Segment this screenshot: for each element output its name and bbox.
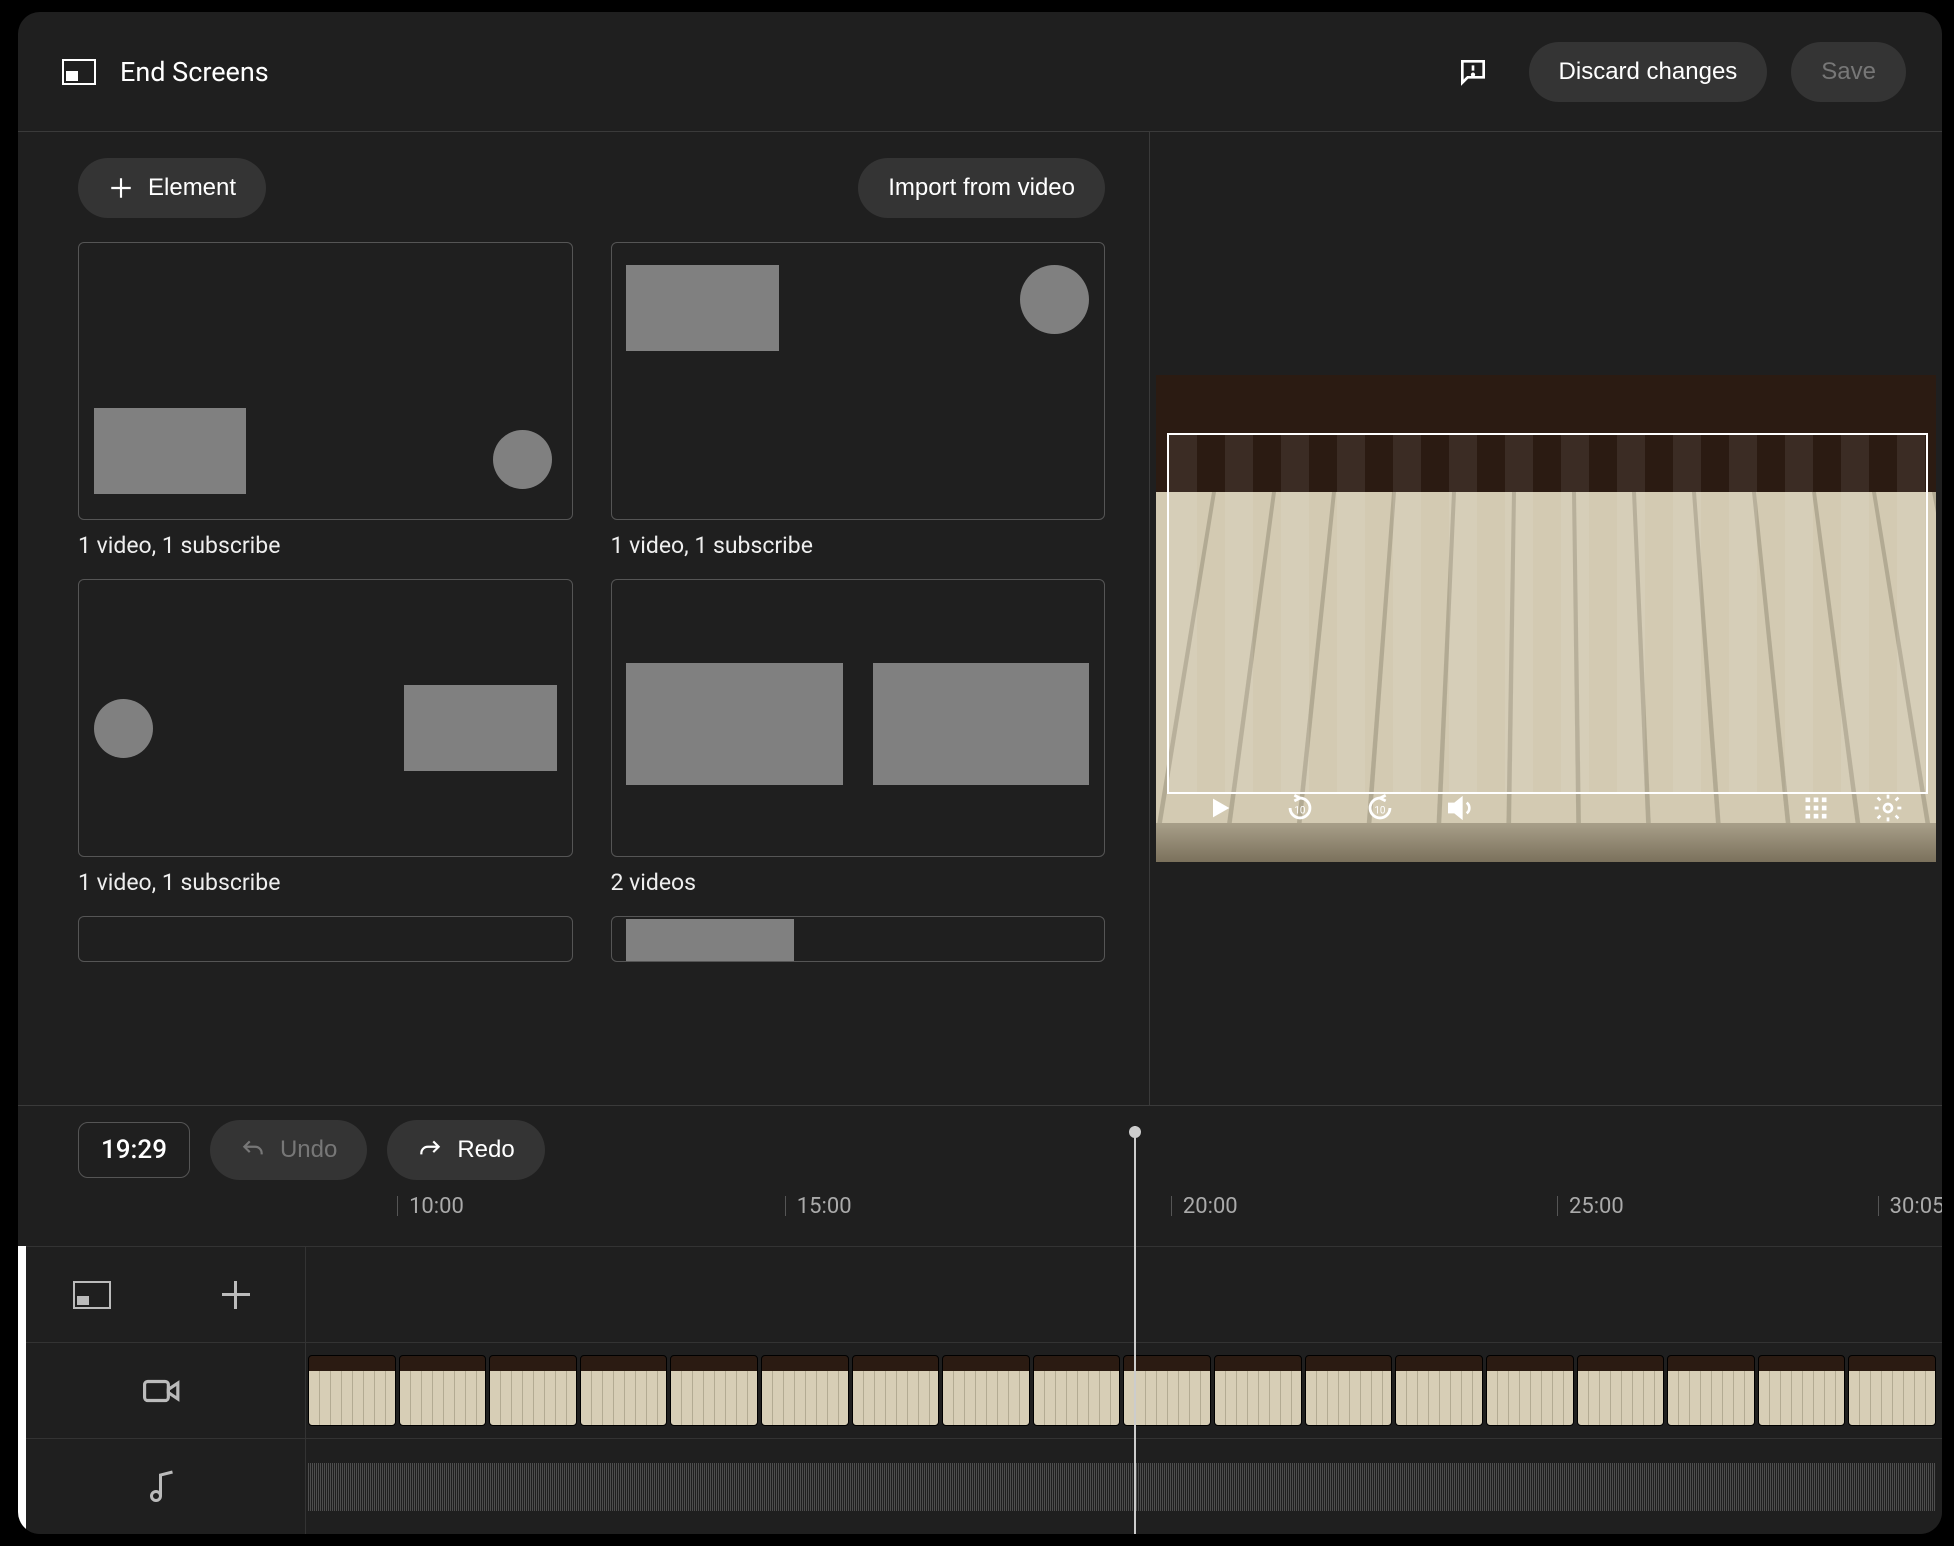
page-title: End Screens xyxy=(120,56,269,88)
music-note-icon xyxy=(147,1469,177,1505)
templates-toolbar: Element Import from video xyxy=(78,158,1105,218)
template-label: 1 video, 1 subscribe xyxy=(78,869,573,896)
playhead-handle[interactable] xyxy=(1129,1126,1141,1138)
video-track-head xyxy=(18,1343,306,1438)
video-controls-right xyxy=(1798,790,1906,826)
video-preview[interactable]: 10 10 xyxy=(1156,375,1936,863)
template-item: 1 video, 1 subscribe xyxy=(78,242,573,559)
import-from-video-button[interactable]: Import from video xyxy=(858,158,1105,218)
template-item xyxy=(611,916,1106,962)
plus-icon xyxy=(108,175,134,201)
volume-icon xyxy=(1444,792,1476,824)
end-screen-safe-zone xyxy=(1167,433,1928,794)
main-content: Element Import from video 1 video, 1 sub… xyxy=(18,132,1942,1105)
svg-text:10: 10 xyxy=(1374,806,1385,817)
feedback-icon xyxy=(1457,56,1489,88)
timecode[interactable]: 19:29 xyxy=(78,1122,190,1178)
grid-button[interactable] xyxy=(1798,790,1834,826)
audio-track xyxy=(18,1438,1942,1534)
video-track-icon xyxy=(143,1376,181,1406)
feedback-button[interactable] xyxy=(1451,50,1495,94)
end-screen-track-head xyxy=(18,1247,306,1342)
playhead-line[interactable] xyxy=(1134,1126,1136,1534)
gear-icon xyxy=(1872,792,1904,824)
rewind-10-icon: 10 xyxy=(1283,791,1317,825)
timeline-tracks xyxy=(18,1246,1942,1534)
templates-grid: 1 video, 1 subscribe 1 video, 1 subscrib… xyxy=(78,242,1105,1105)
video-thumbnails xyxy=(308,1355,1936,1426)
end-screens-editor: End Screens Discard changes Save Element xyxy=(18,12,1942,1534)
grid-icon xyxy=(1802,794,1830,822)
template-item: 1 video, 1 subscribe xyxy=(78,579,573,896)
undo-icon xyxy=(240,1137,266,1163)
template-card[interactable] xyxy=(611,579,1106,857)
end-screen-track xyxy=(18,1246,1942,1342)
audio-track-body[interactable] xyxy=(306,1439,1942,1534)
template-card[interactable] xyxy=(611,916,1106,962)
template-label: 1 video, 1 subscribe xyxy=(78,532,573,559)
template-item: 1 video, 1 subscribe xyxy=(611,242,1106,559)
end-screen-track-icon[interactable] xyxy=(73,1281,111,1309)
undo-button: Undo xyxy=(210,1120,367,1180)
redo-icon xyxy=(417,1137,443,1163)
end-screen-icon xyxy=(62,59,96,85)
rewind-10-button[interactable]: 10 xyxy=(1282,790,1318,826)
video-track xyxy=(18,1342,1942,1438)
end-screen-track-body[interactable] xyxy=(306,1247,1942,1342)
video-controls-left: 10 10 xyxy=(1202,790,1478,826)
ruler-tick: 10:00 xyxy=(409,1194,464,1219)
svg-text:10: 10 xyxy=(1294,806,1305,817)
template-label: 2 videos xyxy=(611,869,1106,896)
ruler-tick: 20:00 xyxy=(1183,1194,1238,1219)
timeline-ruler[interactable]: 10:00 15:00 20:00 25:00 30:05 xyxy=(306,1186,1942,1246)
header: End Screens Discard changes Save xyxy=(18,12,1942,132)
discard-button[interactable]: Discard changes xyxy=(1529,42,1768,102)
template-label: 1 video, 1 subscribe xyxy=(611,532,1106,559)
ruler-tick: 25:00 xyxy=(1569,1194,1624,1219)
add-end-screen-element-button[interactable] xyxy=(222,1281,250,1309)
template-card[interactable] xyxy=(78,242,573,520)
timeline-toolbar: 19:29 Undo Redo xyxy=(18,1106,1942,1186)
audio-track-head xyxy=(18,1439,306,1534)
save-button: Save xyxy=(1791,42,1906,102)
redo-button[interactable]: Redo xyxy=(387,1120,544,1180)
add-element-button[interactable]: Element xyxy=(78,158,266,218)
template-item xyxy=(78,916,573,962)
play-icon xyxy=(1206,794,1234,822)
track-left-handle[interactable] xyxy=(18,1246,26,1534)
ruler-tick: 30:05 xyxy=(1890,1194,1942,1219)
timeline: 19:29 Undo Redo 10:00 15:00 20:00 25:00 … xyxy=(18,1105,1942,1534)
forward-10-button[interactable]: 10 xyxy=(1362,790,1398,826)
ruler-tick: 15:00 xyxy=(797,1194,852,1219)
template-item: 2 videos xyxy=(611,579,1106,896)
template-card[interactable] xyxy=(78,579,573,857)
video-track-body[interactable] xyxy=(306,1343,1942,1438)
preview-panel: 10 10 xyxy=(1150,132,1942,1105)
add-element-label: Element xyxy=(148,174,236,202)
settings-button[interactable] xyxy=(1870,790,1906,826)
templates-panel: Element Import from video 1 video, 1 sub… xyxy=(18,132,1150,1105)
play-button[interactable] xyxy=(1202,790,1238,826)
volume-button[interactable] xyxy=(1442,790,1478,826)
template-card[interactable] xyxy=(611,242,1106,520)
template-card[interactable] xyxy=(78,916,573,962)
forward-10-icon: 10 xyxy=(1363,791,1397,825)
undo-label: Undo xyxy=(280,1136,337,1164)
redo-label: Redo xyxy=(457,1136,514,1164)
audio-waveform xyxy=(308,1463,1936,1511)
